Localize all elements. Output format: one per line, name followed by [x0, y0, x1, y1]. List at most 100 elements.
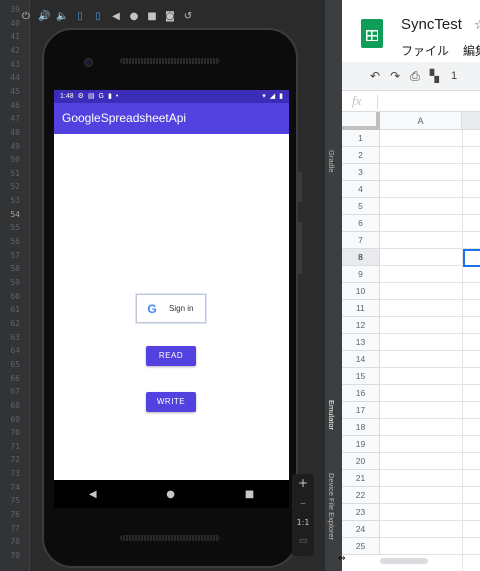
line-number: 58	[10, 264, 20, 274]
star-icon[interactable]: ☆	[474, 18, 480, 33]
row-header[interactable]: 24	[342, 521, 380, 538]
device-power-button[interactable]	[298, 172, 302, 202]
android-nav-bar: ◀ ● ■	[54, 480, 289, 508]
read-button[interactable]: READ	[146, 346, 196, 366]
row-header[interactable]: 13	[342, 334, 380, 351]
line-number: 64	[10, 346, 20, 356]
row-header[interactable]: 2	[342, 147, 380, 164]
redo-icon[interactable]: ↷	[390, 69, 400, 83]
formula-bar[interactable]: fx	[342, 90, 480, 112]
row-header[interactable]: 11	[342, 300, 380, 317]
sheets-logo-icon[interactable]	[361, 19, 383, 48]
sign-in-label: Sign in	[169, 304, 194, 313]
line-number: 43	[10, 59, 20, 69]
zoom-out-button[interactable]: –	[292, 496, 314, 510]
fit-screen-icon[interactable]: ▭	[292, 536, 314, 546]
zoom-ratio-button[interactable]: 1:1	[292, 518, 314, 527]
emulator-toolbar: ⏻ 🔊 🔈 ▯ ▯ ◀ ● ■ ◙ ↺	[20, 6, 220, 28]
line-number: 42	[10, 45, 20, 55]
status-bar: 1:48 ⚙ ▤ G ▮ • ▾ ◢ ▮	[54, 90, 289, 103]
grid-line	[380, 452, 480, 453]
row-header[interactable]: 4	[342, 181, 380, 198]
snapshot-icon[interactable]: ↺	[182, 11, 194, 23]
power-icon[interactable]: ⏻	[20, 11, 32, 23]
menu-file[interactable]: ファイル	[401, 42, 449, 59]
line-number: 60	[10, 291, 20, 301]
fx-label: fx	[352, 93, 362, 108]
active-cell[interactable]	[463, 249, 480, 267]
volume-up-icon[interactable]: 🔊	[38, 11, 50, 23]
row-header[interactable]: 21	[342, 470, 380, 487]
device-screen[interactable]: 1:48 ⚙ ▤ G ▮ • ▾ ◢ ▮ GoogleSpreadsheetAp…	[54, 90, 289, 480]
device-volume-button[interactable]	[298, 222, 302, 274]
gradle-tab[interactable]: Gradle	[327, 150, 336, 173]
write-button[interactable]: WRITE	[146, 392, 196, 412]
row-header[interactable]: 23	[342, 504, 380, 521]
document-title[interactable]: SyncTest	[401, 16, 462, 33]
row-header[interactable]: 22	[342, 487, 380, 504]
line-number: 65	[10, 359, 20, 369]
undo-icon[interactable]: ↶	[370, 69, 380, 83]
back-icon[interactable]: ◀	[110, 11, 122, 23]
select-all-corner[interactable]	[342, 112, 380, 130]
line-number: 59	[10, 278, 20, 287]
grid-line	[380, 282, 480, 283]
row-header[interactable]: 3	[342, 164, 380, 181]
grid-line	[380, 469, 480, 470]
device-file-explorer-tab[interactable]: Device File Explorer	[327, 473, 336, 540]
emulator-tab[interactable]: Emulator	[327, 400, 336, 430]
spreadsheet-grid[interactable]: A 1 2 3 4 5 6 7 8 9 10 11 12 13 14 15 16 17 18 19 20 21 22 23 2…	[342, 112, 480, 571]
row-header[interactable]: 19	[342, 436, 380, 453]
row-header[interactable]: 14	[342, 351, 380, 368]
recents-icon[interactable]: ■	[245, 489, 254, 500]
rotate-left-icon[interactable]: ▯	[74, 11, 86, 23]
row-header[interactable]: 20	[342, 453, 380, 470]
column-header-a[interactable]: A	[380, 112, 462, 130]
google-status-icon: G	[98, 93, 104, 100]
row-header[interactable]: 17	[342, 402, 380, 419]
back-icon[interactable]: ◀	[89, 489, 97, 500]
row-header[interactable]: 5	[342, 198, 380, 215]
volume-down-icon[interactable]: 🔈	[56, 11, 68, 23]
column-header-b[interactable]	[462, 112, 480, 130]
overview-icon[interactable]: ■	[146, 11, 158, 23]
row-header[interactable]: 7	[342, 232, 380, 249]
google-sign-in-button[interactable]: G Sign in	[136, 294, 206, 323]
paint-format-icon[interactable]: ▚	[430, 69, 439, 83]
row-header[interactable]: 12	[342, 317, 380, 334]
line-number: 52	[10, 182, 20, 192]
screen-root: 39 40 41 42 43 44 45 46 47 48 49 50 51 52 53 54 55 56 57 58…	[0, 0, 480, 571]
row-header[interactable]: 9	[342, 266, 380, 283]
zoom-in-button[interactable]: +	[292, 476, 314, 490]
rotate-right-icon[interactable]: ▯	[92, 11, 104, 23]
line-number: 77	[10, 523, 20, 533]
row-header[interactable]: 25	[342, 538, 380, 555]
menu-edit[interactable]: 編集	[463, 42, 480, 59]
horizontal-scrollbar[interactable]	[380, 558, 428, 564]
line-number: 69	[10, 414, 20, 424]
row-header[interactable]: 16	[342, 385, 380, 402]
line-number: 66	[10, 373, 20, 383]
camera-icon[interactable]: ◙	[164, 11, 176, 23]
zoom-value[interactable]: 1	[451, 70, 457, 82]
signal-icon: ◢	[269, 93, 276, 100]
row-header[interactable]: 15	[342, 368, 380, 385]
row-header[interactable]: 1	[342, 130, 380, 147]
row-header[interactable]: 8	[342, 249, 380, 266]
row-header[interactable]: 18	[342, 419, 380, 436]
row-header[interactable]: 6	[342, 215, 380, 232]
home-icon[interactable]: ●	[128, 11, 140, 23]
grid-line	[380, 554, 480, 555]
app-bar-title: GoogleSpreadsheetApi	[54, 103, 289, 134]
battery-icon: ▮	[279, 93, 283, 100]
line-number: 49	[10, 141, 20, 151]
line-number: 48	[10, 127, 20, 137]
line-number: 40	[10, 18, 20, 28]
line-number: 73	[10, 469, 20, 479]
google-sheets-window: SyncTest ☆ ファイル 編集 ↶ ↷ ⎙ ▚ 1 fx A 123456…	[342, 0, 480, 571]
line-number: 46	[10, 100, 20, 110]
print-icon[interactable]: ⎙	[410, 69, 420, 84]
resize-handle-icon[interactable]: ⇔	[338, 554, 348, 564]
home-icon[interactable]: ●	[166, 489, 175, 500]
row-header[interactable]: 10	[342, 283, 380, 300]
